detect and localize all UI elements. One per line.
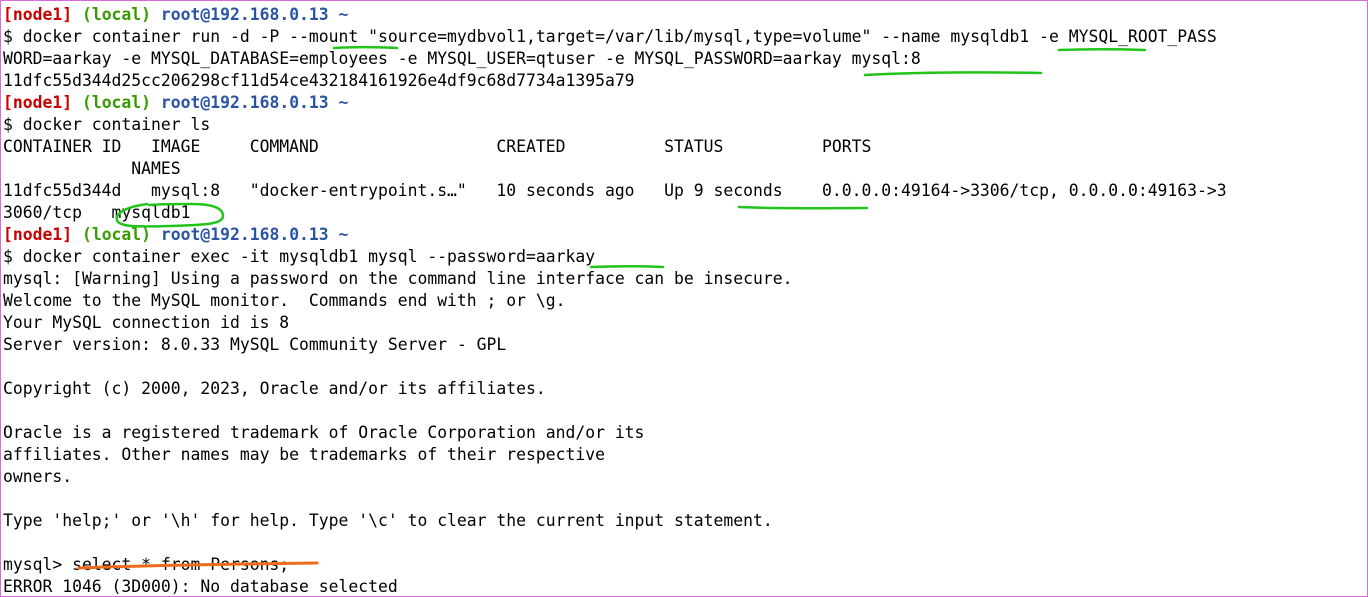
command-ls-line: $ docker container ls xyxy=(3,115,211,134)
mysql-query-line[interactable]: mysql> select * from Persons; xyxy=(3,554,1365,576)
prompt-host: root@192.168.0.13 ~ xyxy=(160,225,349,244)
prompt-node: [node1] xyxy=(3,225,73,244)
terminal-window[interactable]: [node1] (local) root@192.168.0.13 ~ $ do… xyxy=(0,0,1368,597)
prompt-local: (local) xyxy=(81,5,152,24)
ls-data-row: 11dfc55d344d mysql:8 "docker-entrypoint.… xyxy=(3,181,1227,200)
mysql-warning: mysql: [Warning] Using a password on the… xyxy=(3,269,793,288)
prompt-local: (local) xyxy=(81,225,152,244)
mysql-copyright: Copyright (c) 2000, 2023, Oracle and/or … xyxy=(3,379,546,398)
prompt-line: [node1] (local) root@192.168.0.13 ~ xyxy=(3,4,1365,26)
mysql-trademark-1: Oracle is a registered trademark of Orac… xyxy=(3,423,645,442)
mysql-connection-id: Your MySQL connection id is 8 xyxy=(3,313,290,332)
prompt-line: [node1] (local) root@192.168.0.13 ~ xyxy=(3,92,1365,114)
mysql-trademark-3: owners. xyxy=(3,467,73,486)
prompt-local: (local) xyxy=(81,93,152,112)
ls-data-row-continued: 3060/tcp mysqldb1 xyxy=(3,203,191,222)
mysql-error-line: ERROR 1046 (3D000): No database selected xyxy=(3,577,398,596)
terminal-output: [node1] (local) root@192.168.0.13 ~ $ do… xyxy=(3,4,1365,596)
prompt-node: [node1] xyxy=(3,5,73,24)
command-exec-line: $ docker container exec -it mysqldb1 mys… xyxy=(3,247,596,266)
prompt-host: root@192.168.0.13 ~ xyxy=(160,5,349,24)
mysql-welcome: Welcome to the MySQL monitor. Commands e… xyxy=(3,291,566,310)
command-run-line: $ docker container run -d -P --mount "so… xyxy=(3,27,1217,46)
mysql-server-version: Server version: 8.0.33 MySQL Community S… xyxy=(3,335,507,354)
ls-header-row: CONTAINER ID IMAGE COMMAND CREATED STATU… xyxy=(3,137,872,156)
mysql-help-hint: Type 'help;' or '\h' for help. Type '\c'… xyxy=(3,511,773,530)
prompt-node: [node1] xyxy=(3,93,73,112)
mysql-trademark-2: affiliates. Other names may be trademark… xyxy=(3,445,605,464)
prompt-host: root@192.168.0.13 ~ xyxy=(160,93,349,112)
ls-header-names: NAMES xyxy=(3,159,181,178)
prompt-line: [node1] (local) root@192.168.0.13 ~ xyxy=(3,224,1365,246)
container-id-output: 11dfc55d344d25cc206298cf11d54ce432184161… xyxy=(3,71,635,90)
command-run-continued: WORD=aarkay -e MYSQL_DATABASE=employees … xyxy=(3,49,921,68)
